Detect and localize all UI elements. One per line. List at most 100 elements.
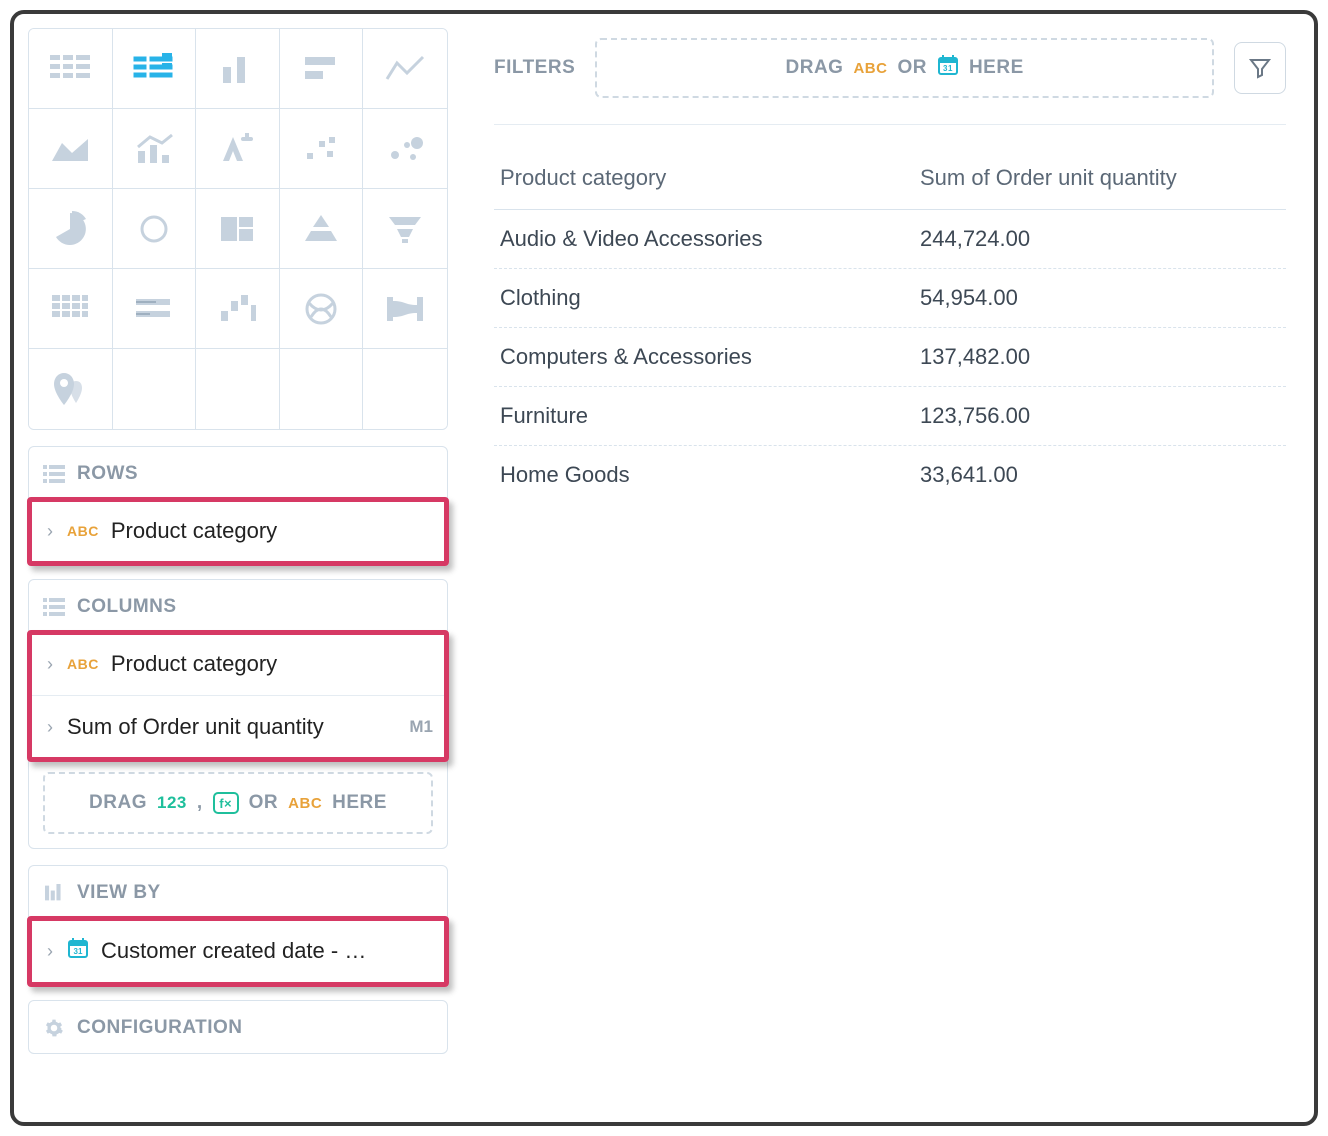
table-row[interactable]: Clothing 54,954.00: [494, 269, 1286, 328]
filters-drop-zone[interactable]: DRAG ABC OR 31 HERE: [595, 38, 1214, 98]
viewby-pill-label: Customer created date - …: [101, 938, 366, 964]
rows-icon: [43, 465, 65, 483]
rows-header: ROWS: [29, 447, 447, 499]
table-header: Product category Sum of Order unit quant…: [494, 155, 1286, 210]
rows-label: ROWS: [77, 463, 138, 485]
abc-type-icon: ABC: [67, 523, 99, 539]
chart-type-geo-icon[interactable]: [29, 349, 113, 429]
columns-pill-label: Sum of Order unit quantity: [67, 714, 324, 740]
filter-button[interactable]: [1234, 42, 1286, 94]
chart-type-treemap-icon[interactable]: [196, 189, 280, 269]
rows-pill-product-category[interactable]: › ABC Product category: [29, 499, 447, 562]
chart-type-headline-icon[interactable]: [196, 109, 280, 189]
gear-icon: [43, 1019, 65, 1037]
columns-label: COLUMNS: [77, 596, 177, 618]
funnel-icon: [1248, 56, 1272, 80]
chart-type-scatter-icon[interactable]: [280, 109, 364, 189]
chart-type-pie-icon[interactable]: [29, 189, 113, 269]
columns-icon: [43, 598, 65, 616]
drag-text: DRAG: [89, 792, 147, 814]
viewby-header: VIEW BY: [29, 866, 447, 918]
chevron-right-icon: ›: [47, 654, 53, 675]
chart-type-combo-icon[interactable]: [113, 109, 197, 189]
table-header-category: Product category: [500, 165, 920, 191]
right-pane: FILTERS DRAG ABC OR 31 HERE Product cate…: [462, 14, 1314, 1122]
or-text: OR: [249, 792, 279, 814]
svg-text:31: 31: [943, 64, 953, 73]
filters-label: FILTERS: [494, 57, 575, 79]
chart-type-dependency-wheel-icon[interactable]: [280, 269, 364, 349]
cell-value: 123,756.00: [920, 403, 1280, 429]
chart-type-empty-2: [196, 349, 280, 429]
cell-value: 244,724.00: [920, 226, 1280, 252]
columns-pill-label: Product category: [111, 651, 277, 677]
result-table: Product category Sum of Order unit quant…: [494, 125, 1286, 504]
table-row[interactable]: Computers & Accessories 137,482.00: [494, 328, 1286, 387]
chart-type-empty-1: [113, 349, 197, 429]
calendar-icon: 31: [937, 54, 959, 82]
configuration-bucket[interactable]: CONFIGURATION: [28, 1000, 448, 1054]
chart-type-area-icon[interactable]: [29, 109, 113, 189]
configuration-label: CONFIGURATION: [77, 1017, 243, 1039]
chart-type-column-icon[interactable]: [196, 29, 280, 109]
chart-type-heatmap-icon[interactable]: [29, 269, 113, 349]
columns-pill-product-category[interactable]: › ABC Product category: [29, 632, 447, 695]
left-pane: ROWS › ABC Product category COLUMNS › AB…: [14, 14, 462, 1122]
chart-type-table-heat-icon[interactable]: [113, 29, 197, 109]
table-row[interactable]: Furniture 123,756.00: [494, 387, 1286, 446]
viewby-label: VIEW BY: [77, 882, 161, 904]
chart-type-sankey-icon[interactable]: [363, 269, 447, 349]
cell-value: 137,482.00: [920, 344, 1280, 370]
viewby-pill-customer-created-date[interactable]: › 31 Customer created date - …: [29, 918, 447, 983]
configuration-header: CONFIGURATION: [29, 1001, 447, 1053]
rows-bucket: ROWS › ABC Product category: [28, 446, 448, 563]
cell-value: 33,641.00: [920, 462, 1280, 488]
chart-type-line-icon[interactable]: [363, 29, 447, 109]
cell-category: Furniture: [500, 403, 920, 429]
chevron-right-icon: ›: [47, 941, 53, 962]
cell-category: Audio & Video Accessories: [500, 226, 920, 252]
columns-header: COLUMNS: [29, 580, 447, 632]
chart-type-funnel-icon[interactable]: [363, 189, 447, 269]
numeric-type-icon: 123: [157, 793, 187, 813]
abc-type-icon: ABC: [67, 656, 99, 672]
table-row[interactable]: Audio & Video Accessories 244,724.00: [494, 210, 1286, 269]
columns-pill-sum-order-qty[interactable]: › Sum of Order unit quantity M1: [29, 695, 447, 758]
abc-type-icon: ABC: [288, 795, 322, 812]
cell-category: Home Goods: [500, 462, 920, 488]
cell-value: 54,954.00: [920, 285, 1280, 311]
chart-type-empty-3: [280, 349, 364, 429]
cell-category: Computers & Accessories: [500, 344, 920, 370]
or-text: OR: [897, 57, 927, 79]
chart-type-waterfall-icon[interactable]: [196, 269, 280, 349]
here-text: HERE: [332, 792, 387, 814]
calendar-icon: 31: [67, 937, 89, 965]
chart-type-empty-4: [363, 349, 447, 429]
table-row[interactable]: Home Goods 33,641.00: [494, 446, 1286, 504]
svg-text:31: 31: [74, 947, 83, 956]
chart-type-bullet-icon[interactable]: [113, 269, 197, 349]
drag-text: DRAG: [786, 57, 844, 79]
cell-category: Clothing: [500, 285, 920, 311]
filters-row: FILTERS DRAG ABC OR 31 HERE: [494, 38, 1286, 125]
chart-type-bar-icon[interactable]: [280, 29, 364, 109]
chart-type-donut-icon[interactable]: [113, 189, 197, 269]
chart-type-table-icon[interactable]: [29, 29, 113, 109]
chart-type-pyramid-icon[interactable]: [280, 189, 364, 269]
chevron-right-icon: ›: [47, 717, 53, 738]
app-frame: ROWS › ABC Product category COLUMNS › AB…: [10, 10, 1318, 1126]
here-text: HERE: [969, 57, 1024, 79]
abc-type-icon: ABC: [853, 60, 887, 77]
measure-badge: M1: [409, 717, 433, 737]
comma: ,: [197, 792, 203, 814]
columns-drop-hint[interactable]: DRAG 123 , f× OR ABC HERE: [43, 772, 433, 834]
viewby-bucket: VIEW BY › 31 Customer created date - …: [28, 865, 448, 984]
table-header-sum: Sum of Order unit quantity: [920, 165, 1280, 191]
chart-type-bubble-icon[interactable]: [363, 109, 447, 189]
chart-type-grid: [28, 28, 448, 430]
columns-bucket: COLUMNS › ABC Product category › Sum of …: [28, 579, 448, 849]
fx-type-icon: f×: [213, 792, 239, 814]
chevron-right-icon: ›: [47, 521, 53, 542]
rows-pill-label: Product category: [111, 518, 277, 544]
viewby-icon: [43, 884, 65, 902]
